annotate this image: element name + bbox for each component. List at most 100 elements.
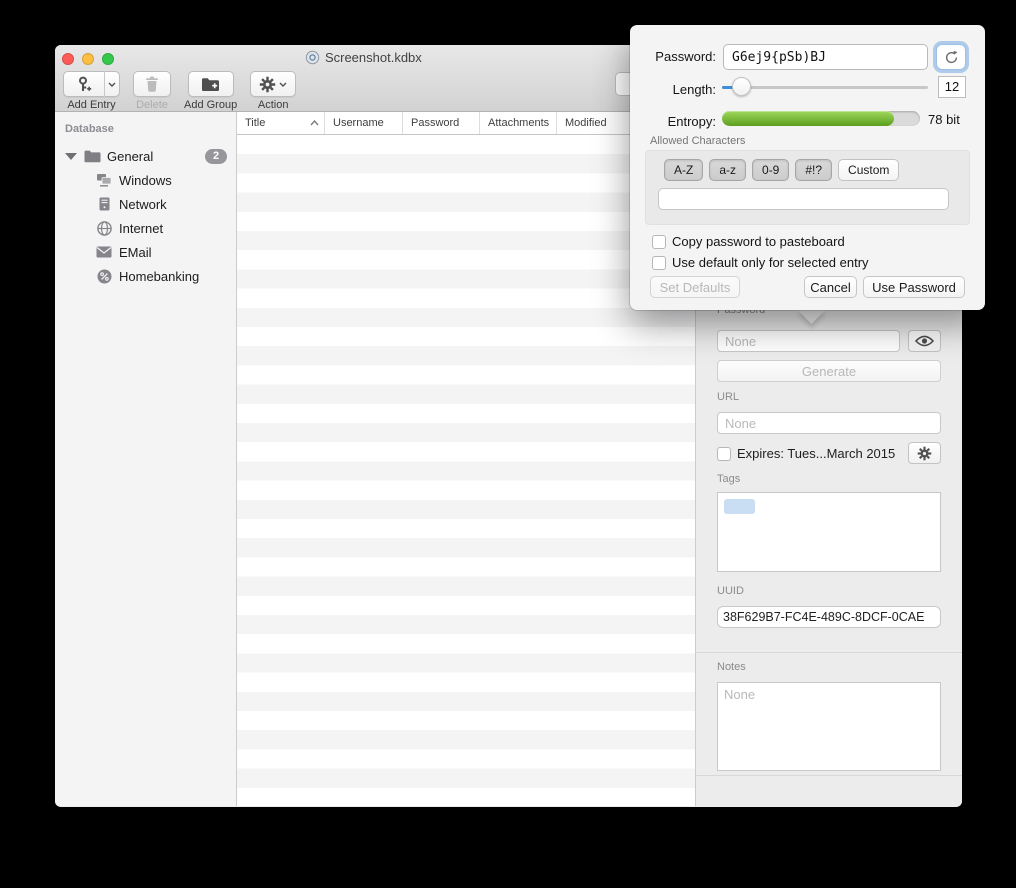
entry-table-header: Title Username Password Attachments Modi… (237, 112, 695, 135)
use-default-label: Use default only for selected entry (672, 255, 869, 270)
charset-button-lowercase[interactable]: a-z (709, 159, 746, 181)
set-defaults-button[interactable]: Set Defaults (650, 276, 740, 298)
expires-settings-button[interactable] (908, 442, 941, 464)
url-label: URL (717, 391, 739, 403)
tag-pill[interactable] (724, 499, 755, 514)
window-title-text: Screenshot.kdbx (325, 50, 422, 65)
charset-button-symbols[interactable]: #!? (795, 159, 832, 181)
tags-box[interactable] (717, 492, 941, 572)
copy-password-row: Copy password to pasteboard (652, 234, 845, 249)
globe-icon (95, 220, 113, 236)
notes-textarea[interactable] (717, 682, 941, 771)
sidebar-item-label: General (107, 149, 153, 164)
reveal-password-button[interactable] (908, 330, 941, 352)
expires-label: Expires: Tues...March 2015 (737, 446, 895, 461)
slider-knob[interactable] (732, 77, 751, 96)
chevron-down-icon (108, 82, 116, 87)
add-entry-main[interactable] (64, 71, 105, 97)
slider-track[interactable] (722, 86, 928, 89)
add-entry-dropdown[interactable] (105, 71, 119, 97)
copy-password-label: Copy password to pasteboard (672, 234, 845, 249)
use-password-button[interactable]: Use Password (863, 276, 965, 298)
generate-button[interactable]: Generate (717, 360, 941, 382)
copy-password-checkbox[interactable] (652, 235, 666, 249)
percent-icon (95, 268, 113, 284)
sidebar-header: Database (55, 123, 236, 135)
expires-checkbox[interactable] (717, 447, 731, 461)
chevron-down-icon (279, 82, 287, 87)
sort-asc-icon (310, 120, 319, 126)
expires-row: Expires: Tues...March 2015 (717, 446, 895, 461)
delete-group: Delete (133, 71, 171, 111)
document-icon (305, 50, 320, 65)
delete-label: Delete (136, 99, 168, 111)
folder-plus-icon (201, 77, 220, 92)
uuid-label: UUID (717, 585, 744, 597)
gear-icon (917, 446, 932, 461)
disclosure-triangle-icon[interactable] (65, 153, 77, 160)
sidebar-item-network[interactable]: Network (55, 192, 236, 216)
action-button[interactable] (250, 71, 296, 97)
trash-icon (145, 76, 159, 92)
cancel-button[interactable]: Cancel (804, 276, 857, 298)
sidebar-item-homebanking[interactable]: Homebanking (55, 264, 236, 288)
envelope-icon (95, 244, 113, 260)
tags-label: Tags (717, 473, 740, 485)
sidebar-item-windows[interactable]: Windows (55, 168, 236, 192)
window-title: Screenshot.kdbx (55, 50, 672, 65)
entry-table: Title Username Password Attachments Modi… (237, 112, 695, 806)
length-label: Length: (630, 82, 716, 97)
add-entry-button[interactable] (63, 71, 120, 97)
length-value[interactable]: 12 (938, 76, 966, 98)
entropy-fill (722, 111, 894, 126)
column-header-password[interactable]: Password (403, 112, 480, 134)
sidebar-item-general[interactable]: General 2 (55, 144, 236, 168)
charset-buttons: A-Z a-z 0-9 #!? Custom (664, 159, 899, 181)
sidebar-item-internet[interactable]: Internet (55, 216, 236, 240)
entropy-bar (722, 111, 920, 126)
add-group-button[interactable] (188, 71, 234, 97)
entry-table-body[interactable] (237, 135, 695, 806)
sidebar-item-email[interactable]: EMail (55, 240, 236, 264)
add-entry-label: Add Entry (67, 99, 115, 111)
custom-characters-input[interactable] (658, 188, 949, 210)
sidebar-item-label: Windows (119, 173, 172, 188)
popover-password-label: Password: (630, 49, 716, 64)
delete-button[interactable] (133, 71, 171, 97)
uuid-field[interactable] (717, 606, 941, 628)
sidebar: Database General 2 (55, 112, 237, 806)
regenerate-button[interactable] (936, 44, 966, 70)
use-default-checkbox[interactable] (652, 256, 666, 270)
charset-button-custom[interactable]: Custom (838, 159, 899, 181)
windows-network-icon (95, 172, 113, 188)
allowed-characters-group: A-Z a-z 0-9 #!? Custom (645, 150, 970, 225)
divider (696, 775, 962, 776)
column-header-title[interactable]: Title (237, 112, 325, 134)
key-plus-icon (76, 76, 92, 93)
charset-button-uppercase[interactable]: A-Z (664, 159, 703, 181)
action-group: Action (250, 71, 296, 111)
sidebar-item-label: Homebanking (119, 269, 199, 284)
column-header-attachments[interactable]: Attachments (480, 112, 557, 134)
divider (696, 652, 962, 653)
password-input[interactable] (717, 330, 900, 352)
entropy-label: Entropy: (630, 114, 716, 129)
password-generator-popover: Password: Length: 12 Entropy: 78 bit All… (630, 25, 985, 310)
use-default-row: Use default only for selected entry (652, 255, 869, 270)
entropy-bits: 78 bit (928, 112, 960, 127)
url-input[interactable] (717, 412, 941, 434)
allowed-characters-label: Allowed Characters (650, 135, 745, 147)
add-group-group: Add Group (184, 71, 237, 111)
action-label: Action (258, 99, 289, 111)
charset-button-digits[interactable]: 0-9 (752, 159, 789, 181)
generated-password-field[interactable] (723, 44, 928, 70)
notes-label: Notes (717, 661, 746, 673)
add-group-label: Add Group (184, 99, 237, 111)
server-icon (95, 196, 113, 212)
sidebar-item-label: Network (119, 197, 167, 212)
entry-count-badge: 2 (205, 149, 227, 164)
gear-icon (259, 76, 276, 93)
sidebar-item-label: EMail (119, 245, 152, 260)
column-header-username[interactable]: Username (325, 112, 403, 134)
length-slider[interactable] (722, 76, 928, 98)
